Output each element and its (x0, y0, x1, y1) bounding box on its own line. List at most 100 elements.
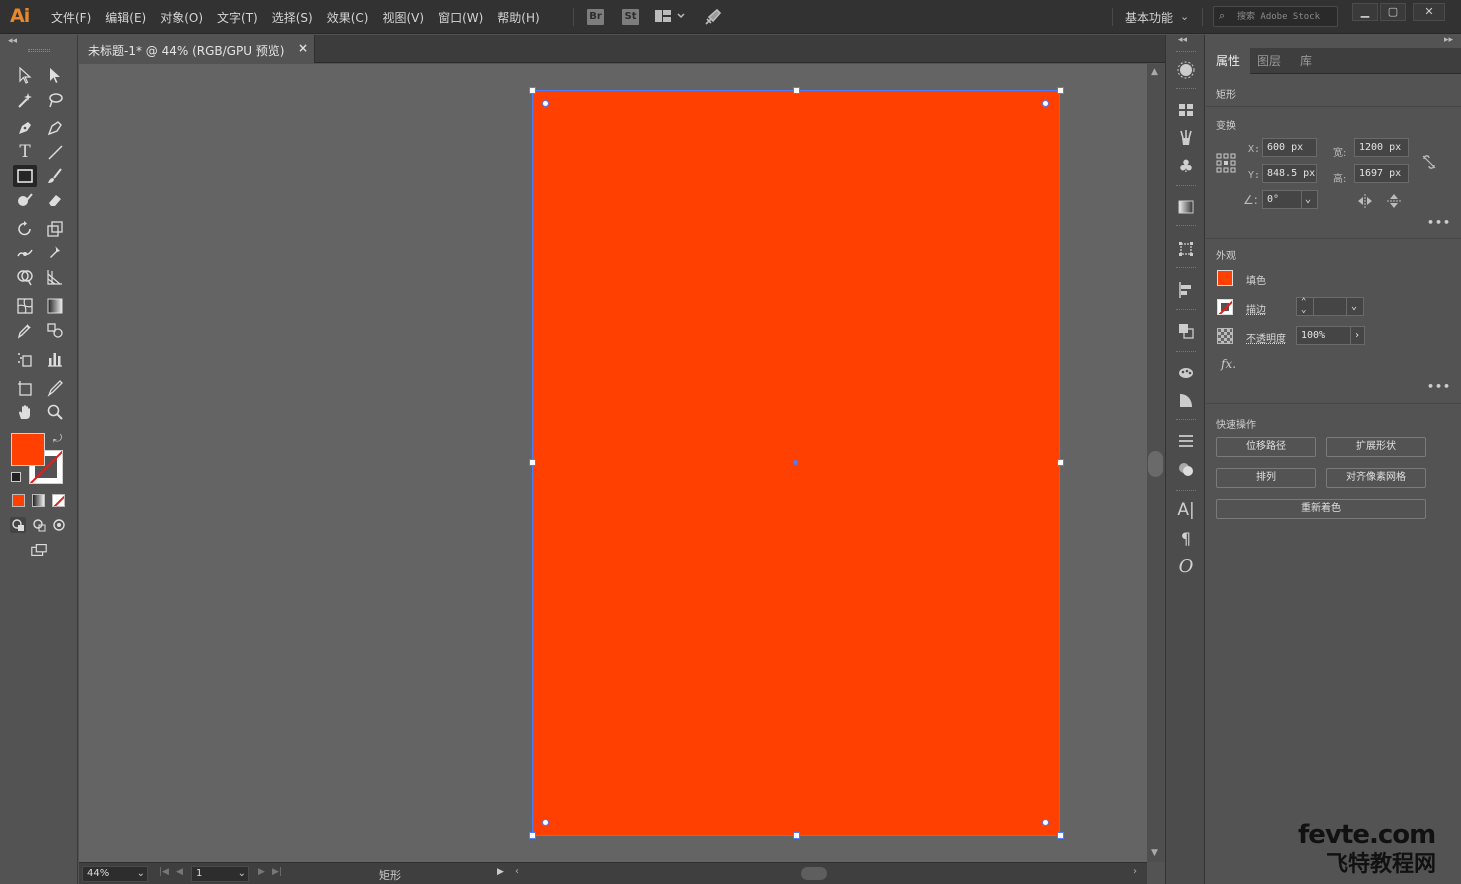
transform-panel-icon[interactable] (1174, 237, 1198, 261)
hand-tool-icon[interactable] (13, 401, 37, 423)
none-mode-button[interactable] (52, 494, 65, 507)
swap-fill-stroke-icon[interactable]: ⤾ (53, 432, 62, 446)
draw-normal-icon[interactable] (8, 515, 28, 535)
lasso-tool-icon[interactable] (43, 89, 67, 111)
fx-effects-button[interactable]: fx. (1221, 357, 1236, 371)
menu-file[interactable]: 文件(F) (44, 9, 98, 26)
scroll-down-icon[interactable]: ▼ (1151, 848, 1158, 858)
stock-search[interactable]: ⌕ (1213, 6, 1338, 27)
more-options-icon[interactable]: ••• (1427, 380, 1451, 393)
handle-bottom-left[interactable] (529, 832, 536, 839)
scroll-left-icon[interactable]: ‹ (515, 866, 519, 877)
menu-view[interactable]: 视图(V) (375, 9, 431, 26)
pathfinder-icon[interactable] (1174, 319, 1198, 343)
offset-path-button[interactable]: 位移路径 (1216, 437, 1316, 457)
mesh-tool-icon[interactable] (13, 295, 37, 317)
panel-grip[interactable] (1176, 88, 1196, 91)
panel-grip[interactable] (1176, 51, 1196, 54)
panel-grip[interactable] (1176, 351, 1196, 354)
document-tab[interactable]: 未标题-1* @ 44% (RGB/GPU 预览) × (79, 35, 315, 63)
stroke-panel-icon[interactable] (1174, 429, 1198, 453)
handle-middle-right[interactable] (1057, 459, 1064, 466)
menu-select[interactable]: 选择(S) (265, 9, 320, 26)
gradient-tool-icon[interactable] (43, 295, 67, 317)
panel-grip[interactable] (1176, 267, 1196, 270)
handle-bottom-center[interactable] (793, 832, 800, 839)
eraser-tool-icon[interactable] (43, 189, 67, 211)
color-guide-icon[interactable] (1174, 58, 1198, 82)
paintbrush-tool-icon[interactable] (43, 165, 67, 187)
shape-builder-tool-icon[interactable] (13, 266, 37, 288)
handle-middle-left[interactable] (529, 459, 536, 466)
chevron-down-icon[interactable]: ⌄ (1180, 10, 1189, 23)
expand-panels-icon[interactable]: ◂◂ (1178, 35, 1187, 45)
opentype-panel-icon[interactable]: O (1174, 554, 1198, 578)
rotate-tool-icon[interactable] (13, 218, 37, 240)
first-artboard-icon[interactable]: |◀ (159, 867, 169, 877)
chevron-down-icon[interactable]: ⌄ (238, 867, 246, 881)
chevron-down-icon[interactable]: ⌄ (137, 867, 145, 881)
paragraph-panel-icon[interactable]: ¶ (1174, 526, 1198, 550)
opacity-label[interactable]: 不透明度 (1246, 330, 1286, 345)
tab-libraries[interactable]: 库 (1290, 48, 1322, 74)
flip-horizontal-icon[interactable] (1357, 193, 1373, 209)
minimize-button[interactable]: ▁ (1352, 3, 1378, 21)
expand-shape-button[interactable]: 扩展形状 (1326, 437, 1426, 457)
more-options-icon[interactable]: ••• (1427, 216, 1451, 229)
recolor-button[interactable]: 重新着色 (1216, 499, 1426, 519)
curvature-tool-icon[interactable] (43, 117, 67, 139)
corner-widget[interactable] (1042, 100, 1049, 107)
draw-inside-icon[interactable] (49, 515, 69, 535)
shaper-tool-icon[interactable] (13, 189, 37, 211)
puppet-warp-tool-icon[interactable] (43, 242, 67, 264)
swatches-icon[interactable] (1174, 98, 1198, 122)
handle-bottom-right[interactable] (1057, 832, 1064, 839)
menu-type[interactable]: 文字(T) (210, 9, 265, 26)
line-segment-tool-icon[interactable] (43, 141, 67, 163)
next-artboard-icon[interactable]: ▶ (258, 867, 265, 877)
stroke-weight-field[interactable] (1313, 297, 1347, 316)
stock-search-input[interactable] (1237, 9, 1335, 24)
chevron-down-icon[interactable]: ⌄ (1301, 190, 1318, 209)
menu-edit[interactable]: 编辑(E) (98, 9, 153, 26)
panel-grip[interactable] (1176, 490, 1196, 493)
handle-top-center[interactable] (793, 87, 800, 94)
gradient-mode-button[interactable] (32, 494, 45, 507)
previous-artboard-icon[interactable]: ◀ (176, 867, 183, 877)
default-fill-stroke-icon[interactable] (11, 472, 21, 482)
panel-grip[interactable] (1176, 185, 1196, 188)
draw-behind-icon[interactable] (29, 515, 49, 535)
workspace-switcher[interactable]: 基本功能 (1125, 9, 1173, 26)
arrange-documents-icon[interactable] (655, 10, 685, 24)
collapse-panel-icon[interactable]: ◂◂ (8, 36, 17, 46)
last-artboard-icon[interactable]: ▶| (272, 867, 282, 877)
width-tool-icon[interactable] (13, 242, 37, 264)
scroll-up-icon[interactable]: ▲ (1151, 67, 1158, 77)
status-object-type[interactable]: 矩形 (379, 867, 401, 883)
symbols-icon[interactable]: ♣ (1174, 155, 1198, 179)
constrain-proportions-icon[interactable] (1420, 153, 1438, 171)
artboard-tool-icon[interactable] (13, 377, 37, 399)
tab-layers[interactable]: 图层 (1247, 48, 1291, 74)
gpu-performance-icon[interactable] (704, 8, 722, 26)
tab-properties[interactable]: 属性 (1206, 48, 1251, 74)
bridge-button[interactable]: Br (587, 9, 604, 25)
graphic-styles-icon[interactable] (1174, 360, 1198, 384)
stock-button[interactable]: St (622, 9, 639, 25)
rectangle-tool-icon[interactable] (13, 165, 37, 187)
type-tool-icon[interactable]: T (13, 141, 37, 163)
fill-swatch-small[interactable] (1217, 270, 1233, 286)
align-pixel-grid-button[interactable]: 对齐像素网格 (1326, 468, 1426, 488)
artboard-number-field[interactable]: 1 ⌄ (191, 866, 249, 882)
collapse-panel-icon[interactable]: ▸▸ (1444, 35, 1453, 45)
close-icon[interactable]: × (298, 41, 308, 55)
color-mode-button[interactable] (12, 494, 25, 507)
scroll-right-icon[interactable]: › (1133, 866, 1137, 877)
symbol-sprayer-tool-icon[interactable] (13, 348, 37, 370)
panel-grip[interactable] (1176, 309, 1196, 312)
panel-grip[interactable] (1176, 225, 1196, 228)
reference-point-icon[interactable] (1216, 153, 1236, 173)
selection-tool-icon[interactable] (13, 64, 37, 86)
width-field[interactable]: 1200 px (1354, 138, 1409, 157)
chevron-right-icon[interactable]: › (1350, 326, 1365, 345)
